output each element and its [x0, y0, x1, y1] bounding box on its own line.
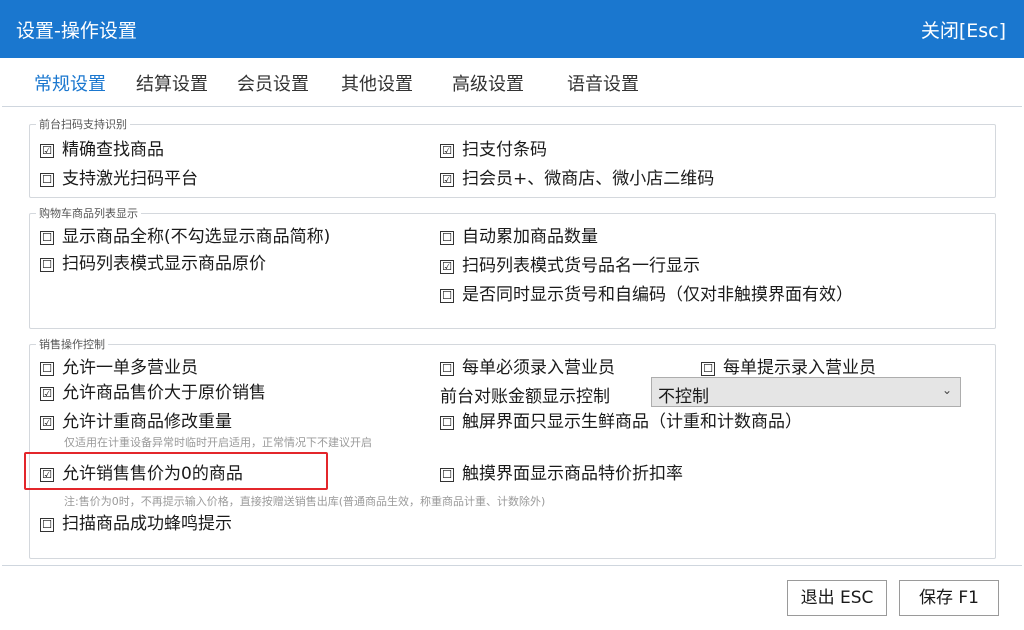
option-multi-salesperson[interactable]: ☐ 允许一单多营业员: [40, 357, 198, 379]
checkbox-unchecked-icon[interactable]: ☐: [440, 289, 454, 303]
tab-advanced[interactable]: 高级设置: [452, 70, 524, 96]
option-one-line-display[interactable]: ☑ 扫码列表模式货号品名一行显示: [440, 255, 700, 277]
checkbox-unchecked-icon[interactable]: ☐: [40, 173, 54, 187]
reconcile-label: 前台对账金额显示控制: [440, 387, 610, 407]
checkbox-checked-icon[interactable]: ☑: [440, 260, 454, 274]
scan-group-title: 前台扫码支持识别: [39, 118, 127, 131]
tab-voice[interactable]: 语音设置: [567, 70, 639, 96]
option-modify-weight[interactable]: ☑ 允许计重商品修改重量: [40, 411, 232, 433]
option-exact-search[interactable]: ☑ 精确查找商品: [40, 139, 164, 161]
checkbox-unchecked-icon[interactable]: ☐: [440, 416, 454, 430]
checkbox-unchecked-icon[interactable]: ☐: [40, 258, 54, 272]
tab-other[interactable]: 其他设置: [341, 70, 413, 96]
exit-button[interactable]: 退出 ESC: [787, 580, 887, 616]
checkbox-checked-icon[interactable]: ☑: [40, 144, 54, 158]
checkbox-unchecked-icon[interactable]: ☐: [40, 362, 54, 376]
option-touch-discount-rate[interactable]: ☐ 触摸界面显示商品特价折扣率: [440, 463, 683, 485]
option-scan-beep[interactable]: ☐ 扫描商品成功蜂鸣提示: [40, 513, 232, 535]
checkbox-checked-icon[interactable]: ☑: [440, 173, 454, 187]
option-scan-pay-code[interactable]: ☑ 扫支付条码: [440, 139, 547, 161]
checkbox-unchecked-icon[interactable]: ☐: [40, 231, 54, 245]
chevron-down-icon: ⌄: [941, 383, 952, 397]
weight-note: 仅适用在计重设备异常时临时开启适用，正常情况下不建议开启: [64, 436, 372, 449]
checkbox-unchecked-icon[interactable]: ☐: [701, 362, 715, 376]
option-scan-member-qr[interactable]: ☑ 扫会员+、微商店、微小店二维码: [440, 168, 714, 190]
checkbox-unchecked-icon[interactable]: ☐: [40, 518, 54, 532]
checkbox-unchecked-icon[interactable]: ☐: [440, 362, 454, 376]
option-touch-fresh-only[interactable]: ☐ 触屏界面只显示生鲜商品（计重和计数商品）: [440, 411, 802, 433]
option-show-code-and-selfcode[interactable]: ☐ 是否同时显示货号和自编码（仅对非触摸界面有效）: [440, 284, 853, 306]
checkbox-checked-icon[interactable]: ☑: [40, 468, 54, 482]
option-allow-zero-price[interactable]: ☑ 允许销售售价为0的商品: [40, 463, 243, 485]
option-laser-scan[interactable]: ☐ 支持激光扫码平台: [40, 168, 198, 190]
option-require-salesperson[interactable]: ☐ 每单必须录入营业员: [440, 357, 615, 379]
checkbox-checked-icon[interactable]: ☑: [40, 416, 54, 430]
checkbox-checked-icon[interactable]: ☑: [440, 144, 454, 158]
cart-group-title: 购物车商品列表显示: [39, 207, 138, 220]
reconcile-select-value: 不控制: [658, 387, 709, 407]
option-price-above-original[interactable]: ☑ 允许商品售价大于原价销售: [40, 382, 266, 404]
close-button[interactable]: 关闭[Esc]: [921, 16, 1006, 43]
tab-checkout[interactable]: 结算设置: [136, 70, 208, 96]
zero-price-note: 注:售价为0时，不再提示输入价格，直接按赠送销售出库(普通商品生效，称重商品计重…: [64, 495, 546, 508]
sales-group-title: 销售操作控制: [39, 338, 105, 351]
option-prompt-salesperson[interactable]: ☐ 每单提示录入营业员: [701, 357, 876, 379]
checkbox-unchecked-icon[interactable]: ☐: [440, 231, 454, 245]
title-bar: 设置-操作设置 关闭[Esc]: [0, 0, 1024, 58]
save-button[interactable]: 保存 F1: [899, 580, 999, 616]
reconcile-select[interactable]: 不控制 ⌄: [651, 377, 961, 407]
checkbox-unchecked-icon[interactable]: ☐: [440, 468, 454, 482]
option-show-original-price[interactable]: ☐ 扫码列表模式显示商品原价: [40, 253, 266, 275]
checkbox-checked-icon[interactable]: ☑: [40, 387, 54, 401]
tab-general[interactable]: 常规设置: [34, 70, 106, 96]
tab-bar: 常规设置 结算设置 会员设置 其他设置 高级设置 语音设置: [0, 58, 1024, 106]
window-title: 设置-操作设置: [16, 20, 137, 42]
option-auto-accumulate[interactable]: ☐ 自动累加商品数量: [440, 226, 598, 248]
option-full-name[interactable]: ☐ 显示商品全称(不勾选显示商品简称): [40, 226, 330, 248]
tab-member[interactable]: 会员设置: [237, 70, 309, 96]
